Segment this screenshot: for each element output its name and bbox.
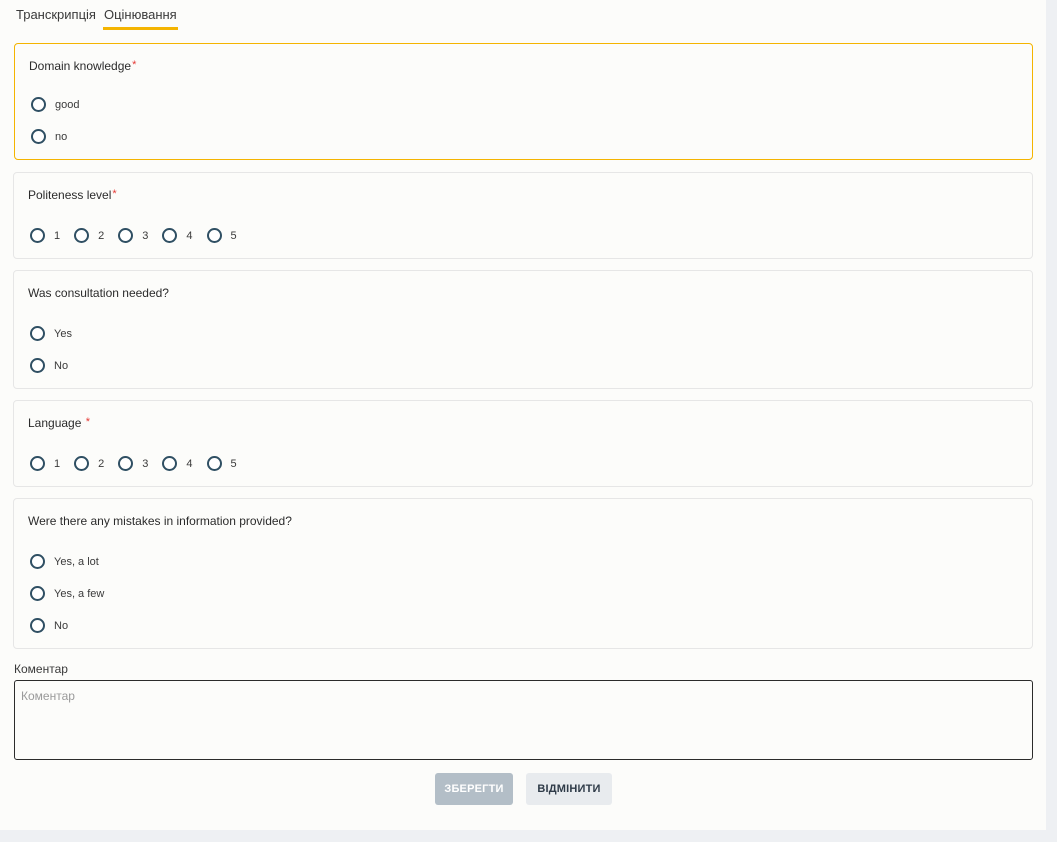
radio-option-label: No [54,359,69,372]
radio-option-label: Yes, a few [54,587,105,600]
radio-option-2[interactable]: 2 [74,456,104,471]
radio-option-label: Yes [54,327,72,340]
radio-option-label: good [55,98,80,111]
radio-option-label: 5 [230,229,237,242]
tab-transcription[interactable]: Транскрипція [15,0,97,30]
radio-unchecked-icon[interactable] [30,586,45,601]
required-mark: * [132,59,137,71]
radio-unchecked-icon[interactable] [30,358,45,373]
radio-option-label: 1 [54,457,61,470]
radio-unchecked-icon[interactable] [30,228,45,243]
tab-evaluation[interactable]: Оцінювання [102,0,178,30]
radio-option-1[interactable]: 1 [30,456,60,471]
question-card-domain-knowledge: Domain knowledge* good no [14,43,1033,160]
radio-option-3[interactable]: 3 [118,228,148,243]
comment-label: Коментар [14,662,68,676]
radio-option-label: 3 [142,457,149,470]
question-card-language: Language * 1 2 3 4 5 [13,400,1033,487]
radio-unchecked-icon[interactable] [206,456,222,471]
radio-option-label: 1 [54,229,61,242]
radio-option-yes[interactable]: Yes [30,326,72,341]
question-title: Was consultation needed? [28,286,169,300]
radio-option-label: Yes, a lot [54,555,99,568]
cancel-button[interactable]: ВІДМІНИТИ [526,773,612,805]
radio-option-2[interactable]: 2 [74,228,104,243]
radio-unchecked-icon[interactable] [118,228,134,243]
radio-group-politeness: 1 2 3 4 5 [30,228,251,243]
radio-option-label: no [55,130,68,143]
radio-group-language: 1 2 3 4 5 [30,456,251,471]
radio-option-yes-a-few[interactable]: Yes, a few [30,586,104,601]
radio-option-4[interactable]: 4 [162,456,193,471]
radio-unchecked-icon[interactable] [74,228,90,243]
radio-unchecked-icon[interactable] [31,97,46,112]
question-title: Language * [28,416,91,430]
comment-textarea[interactable] [14,680,1033,760]
radio-option-1[interactable]: 1 [30,228,60,243]
radio-unchecked-icon[interactable] [162,228,178,243]
tab-bar: Транскрипція Оцінювання [15,0,178,30]
radio-option-label: 4 [186,457,193,470]
radio-option-no[interactable]: No [30,358,68,373]
radio-option-no[interactable]: No [30,618,68,633]
radio-option-5[interactable]: 5 [206,228,237,243]
radio-unchecked-icon[interactable] [30,326,45,341]
radio-option-label: 2 [98,229,105,242]
radio-option-label: 5 [230,457,237,470]
radio-unchecked-icon[interactable] [118,456,134,471]
radio-unchecked-icon[interactable] [31,129,46,144]
radio-option-label: No [54,619,69,632]
question-title: Domain knowledge* [29,59,137,73]
question-card-consultation: Was consultation needed? Yes No [13,270,1033,389]
radio-option-label: 3 [142,229,149,242]
radio-unchecked-icon[interactable] [162,456,178,471]
radio-unchecked-icon[interactable] [30,618,45,633]
question-title: Politeness level* [28,188,117,202]
question-card-mistakes: Were there any mistakes in information p… [13,498,1033,649]
radio-option-label: 4 [186,229,193,242]
radio-option-5[interactable]: 5 [206,456,237,471]
radio-option-3[interactable]: 3 [118,456,148,471]
required-mark: * [112,188,117,200]
question-card-politeness-level: Politeness level* 1 2 3 4 5 [13,172,1033,259]
radio-unchecked-icon[interactable] [30,456,45,471]
radio-unchecked-icon[interactable] [74,456,90,471]
question-title: Were there any mistakes in information p… [28,514,292,528]
radio-option-good[interactable]: good [31,97,79,112]
radio-option-4[interactable]: 4 [162,228,193,243]
radio-option-no[interactable]: no [31,129,67,144]
evaluation-page: Транскрипція Оцінювання Domain knowledge… [0,0,1046,830]
radio-unchecked-icon[interactable] [206,228,222,243]
radio-option-label: 2 [98,457,105,470]
radio-unchecked-icon[interactable] [30,554,45,569]
radio-option-yes-a-lot[interactable]: Yes, a lot [30,554,99,569]
required-mark: * [85,416,91,428]
save-button[interactable]: ЗБЕРЕГТИ [435,773,513,805]
